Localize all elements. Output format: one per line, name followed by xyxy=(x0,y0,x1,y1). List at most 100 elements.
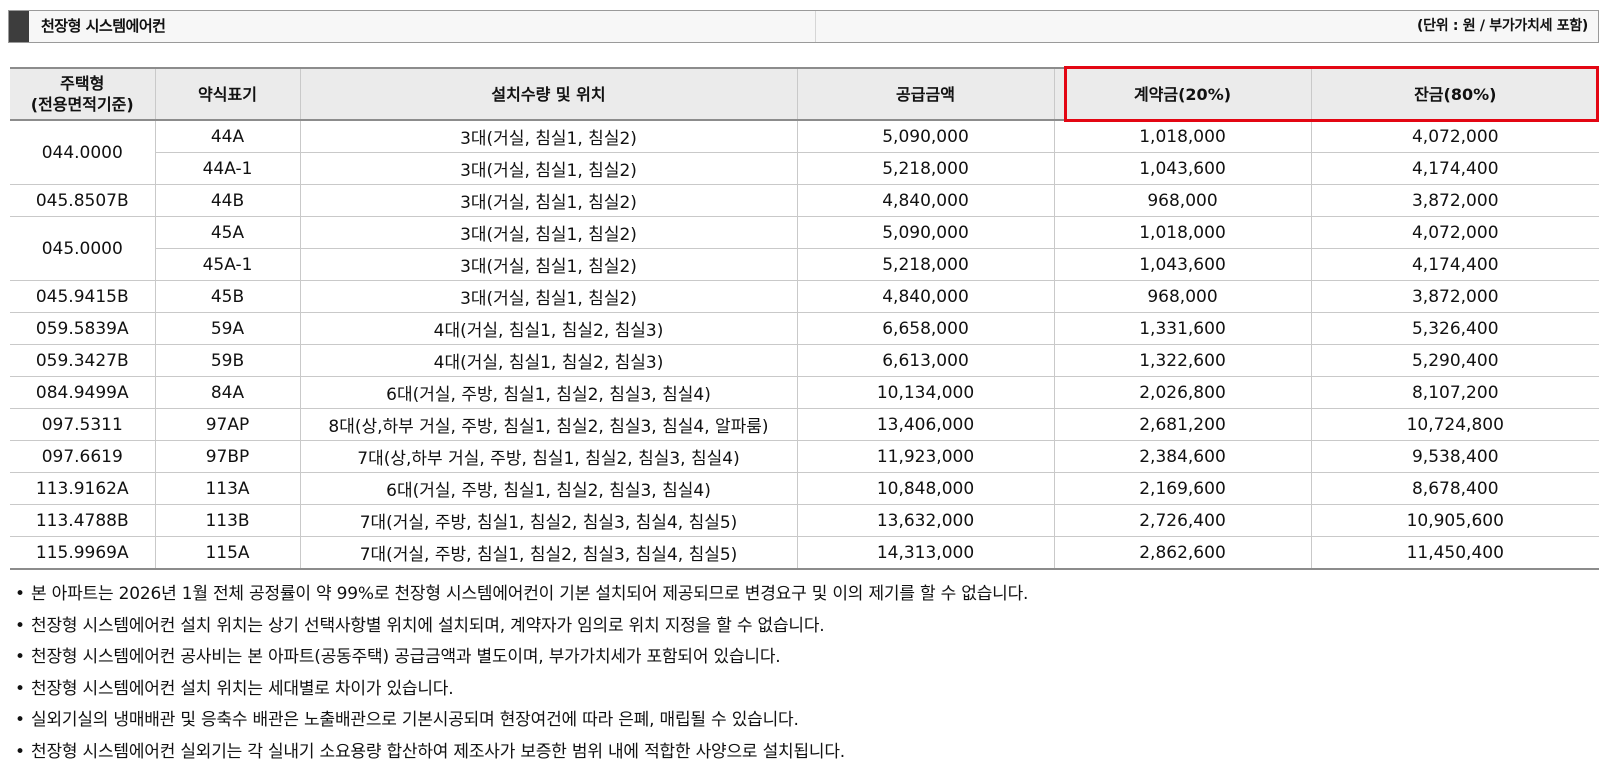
cell-supply: 10,134,000 xyxy=(796,376,1055,409)
table-row: 059.3427B 59B 4대(거실, 침실1, 침실2, 침실3) 6,613,0… xyxy=(10,344,1599,377)
cell-supply: 5,218,000 xyxy=(796,248,1055,281)
note-text: 천장형 시스템에어컨 실외기는 각 실내기 소요용량 합산하여 제조사가 보증한… xyxy=(31,741,845,762)
cell-install: 4대(거실, 침실1, 침실2, 침실3) xyxy=(299,344,798,377)
note-item: • 천장형 시스템에어컨 실외기는 각 실내기 소요용량 합산하여 제조사가 보증… xyxy=(15,737,1595,769)
cell-install: 3대(거실, 침실1, 침실2) xyxy=(299,184,798,217)
bullet-icon: • xyxy=(15,615,25,636)
cell-deposit: 2,026,800 xyxy=(1053,376,1312,409)
unit-note: (단위 : 원 / 부가가치세 포함) xyxy=(1417,18,1588,34)
cell-install: 3대(거실, 침실1, 침실2) xyxy=(299,216,798,249)
cell-balance: 4,072,000 xyxy=(1310,119,1599,153)
table-row: 113.9162A 113A 6대(거실, 주방, 침실1, 침실2, 침실3, 침… xyxy=(10,472,1599,505)
cell-supply: 4,840,000 xyxy=(796,184,1055,217)
table-row: 044.0000 44A 3대(거실, 침실1, 침실2) 5,090,000 1,01… xyxy=(10,119,1599,185)
cell-deposit: 1,018,000 xyxy=(1053,119,1312,153)
cell-balance: 5,290,400 xyxy=(1310,344,1599,377)
cell-install: 3대(거실, 침실1, 침실2) xyxy=(299,152,798,185)
header-accent-block xyxy=(9,11,29,42)
cell-housing-type: 084.9499A xyxy=(10,376,156,409)
cell-supply: 13,632,000 xyxy=(796,504,1055,537)
header-divider xyxy=(815,11,816,42)
cell-abbr: 59A xyxy=(154,312,301,345)
cell-deposit: 1,322,600 xyxy=(1053,344,1312,377)
col-header-supply: 공급금액 xyxy=(796,67,1055,121)
cell-abbr: 115A xyxy=(154,536,301,570)
cell-housing-type: 044.0000 xyxy=(10,119,156,185)
cell-balance: 9,538,400 xyxy=(1310,440,1599,473)
cell-deposit: 968,000 xyxy=(1053,184,1312,217)
col-header-housing-type: 주택형 (전용면적기준) xyxy=(10,67,156,121)
cell-install: 7대(상,하부 거실, 주방, 침실1, 침실2, 침실3, 침실4) xyxy=(299,440,798,473)
cell-supply: 4,840,000 xyxy=(796,280,1055,313)
cell-install: 3대(거실, 침실1, 침실2) xyxy=(299,248,798,281)
cell-install: 6대(거실, 주방, 침실1, 침실2, 침실3, 침실4) xyxy=(299,376,798,409)
bullet-icon: • xyxy=(15,678,25,699)
table-body: 044.0000 44A 3대(거실, 침실1, 침실2) 5,090,000 1,01… xyxy=(10,119,1599,570)
cell-abbr: 97AP xyxy=(154,408,301,441)
bullet-icon: • xyxy=(15,710,25,730)
bullet-icon: • xyxy=(15,647,25,667)
note-item: • 천장형 시스템에어컨 설치 위치는 세대별로 차이가 있습니다. xyxy=(15,674,1595,706)
notes-list: • 본 아파트는 2026년 1월 전체 공정률이 약 99%로 천장형 시스템에… xyxy=(15,579,1595,768)
col-header-housing-type-line2: (전용면적기준) xyxy=(30,95,134,114)
cell-balance: 11,450,400 xyxy=(1310,536,1599,570)
cell-abbr: 59B xyxy=(154,344,301,377)
note-text: 실외기실의 냉매배관 및 응축수 배관은 노출배관으로 기본시공되며 현장여건에… xyxy=(31,710,799,730)
cell-abbr: 113A xyxy=(154,472,301,505)
table-row: 44A-1 3대(거실, 침실1, 침실2) 5,218,000 1,043,600 4… xyxy=(10,152,1599,185)
cell-install: 3대(거실, 침실1, 침실2) xyxy=(299,280,798,313)
note-text: 천장형 시스템에어컨 공사비는 본 아파트(공동주택) 공급금액과 별도이며, … xyxy=(31,647,781,667)
cell-install: 7대(거실, 주방, 침실1, 침실2, 침실3, 침실4, 침실5) xyxy=(299,504,798,537)
aircon-price-table: 주택형 (전용면적기준) 약식표기 설치수량 및 위치 공급금액 계약금(20%… xyxy=(10,67,1599,570)
cell-supply: 5,090,000 xyxy=(796,216,1055,249)
cell-deposit: 1,018,000 xyxy=(1053,216,1312,249)
cell-abbr: 45A xyxy=(154,216,301,249)
cell-housing-type: 115.9969A xyxy=(10,536,156,570)
cell-abbr: 113B xyxy=(154,504,301,537)
cell-deposit: 2,169,600 xyxy=(1053,472,1312,505)
cell-housing-type: 045.8507B xyxy=(10,184,156,217)
col-header-housing-type-line1: 주택형 xyxy=(60,74,105,93)
col-header-deposit: 계약금(20%) xyxy=(1053,67,1312,121)
cell-balance: 8,107,200 xyxy=(1310,376,1599,409)
cell-install: 7대(거실, 주방, 침실1, 침실2, 침실3, 침실4, 침실5) xyxy=(299,536,798,570)
cell-deposit: 2,384,600 xyxy=(1053,440,1312,473)
cell-abbr: 44B xyxy=(154,184,301,217)
cell-supply: 6,658,000 xyxy=(796,312,1055,345)
cell-balance: 3,872,000 xyxy=(1310,280,1599,313)
cell-housing-type: 059.5839A xyxy=(10,312,156,345)
table-header-row: 주택형 (전용면적기준) 약식표기 설치수량 및 위치 공급금액 계약금(20%… xyxy=(10,67,1599,121)
cell-balance: 10,905,600 xyxy=(1310,504,1599,537)
table-row: 45A-1 3대(거실, 침실1, 침실2) 5,218,000 1,043,600 4… xyxy=(10,248,1599,281)
cell-deposit: 1,043,600 xyxy=(1053,248,1312,281)
cell-housing-type: 097.5311 xyxy=(10,408,156,441)
cell-housing-type: 045.9415B xyxy=(10,280,156,313)
table-row: 045.8507B 44B 3대(거실, 침실1, 침실2) 4,840,000 968… xyxy=(10,184,1599,217)
note-text: 본 아파트는 2026년 1월 전체 공정률이 약 99%로 천장형 시스템에어… xyxy=(31,584,1029,604)
cell-abbr: 44A xyxy=(154,119,301,153)
cell-supply: 11,923,000 xyxy=(796,440,1055,473)
cell-deposit: 968,000 xyxy=(1053,280,1312,313)
table-row: 045.0000 45A 3대(거실, 침실1, 침실2) 5,090,000 1,01… xyxy=(10,216,1599,281)
note-item: • 본 아파트는 2026년 1월 전체 공정률이 약 99%로 천장형 시스템에… xyxy=(15,579,1595,611)
cell-install: 8대(상,하부 거실, 주방, 침실1, 침실2, 침실3, 침실4, 알파룸) xyxy=(299,408,798,441)
cell-balance: 8,678,400 xyxy=(1310,472,1599,505)
section-header: 천장형 시스템에어컨 (단위 : 원 / 부가가치세 포함) xyxy=(8,10,1599,43)
table-row: 115.9969A 115A 7대(거실, 주방, 침실1, 침실2, 침실3, 침… xyxy=(10,536,1599,570)
table-row: 084.9499A 84A 6대(거실, 주방, 침실1, 침실2, 침실3, 침실… xyxy=(10,376,1599,409)
cell-deposit: 1,331,600 xyxy=(1053,312,1312,345)
cell-abbr: 44A-1 xyxy=(155,152,301,185)
bullet-icon: • xyxy=(15,584,25,604)
cell-housing-type: 113.9162A xyxy=(10,472,156,505)
col-header-balance: 잔금(80%) xyxy=(1310,67,1599,121)
table-row: 097.6619 97BP 7대(상,하부 거실, 주방, 침실1, 침실2, 침실… xyxy=(10,440,1599,473)
cell-supply: 10,848,000 xyxy=(796,472,1055,505)
cell-supply: 6,613,000 xyxy=(796,344,1055,377)
cell-abbr: 97BP xyxy=(154,440,301,473)
cell-housing-type: 059.3427B xyxy=(10,344,156,377)
cell-deposit: 1,043,600 xyxy=(1053,152,1312,185)
cell-install: 4대(거실, 침실1, 침실2, 침실3) xyxy=(299,312,798,345)
cell-deposit: 2,681,200 xyxy=(1053,408,1312,441)
cell-balance: 4,072,000 xyxy=(1310,216,1599,249)
cell-deposit: 2,726,400 xyxy=(1053,504,1312,537)
